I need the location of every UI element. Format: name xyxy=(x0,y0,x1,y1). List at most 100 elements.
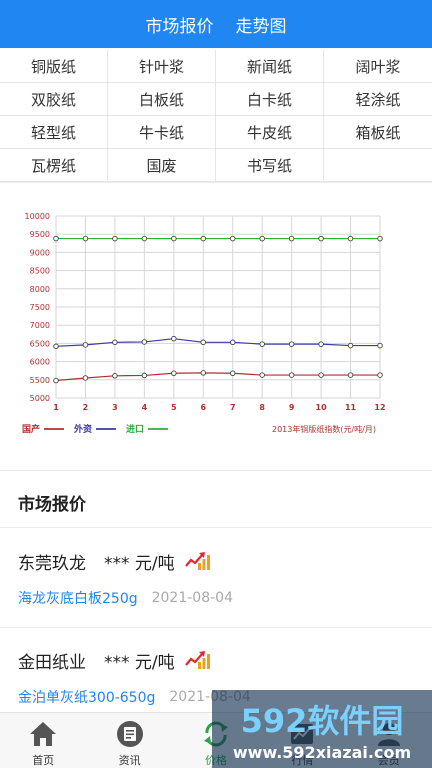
category-item[interactable]: 针叶浆 xyxy=(108,50,216,82)
market-section-title: 市场报价 xyxy=(18,495,86,515)
x-tick-label: 10 xyxy=(316,403,328,412)
data-point xyxy=(82,375,89,381)
category-item[interactable]: 轻涂纸 xyxy=(324,83,432,115)
y-tick-label: 5000 xyxy=(30,394,50,403)
chart-title: 2013年铜版纸指数(元/吨/月) xyxy=(272,424,376,434)
category-item[interactable]: 双胶纸 xyxy=(0,83,108,115)
x-tick-label: 5 xyxy=(171,403,177,412)
data-point xyxy=(200,339,207,346)
data-point xyxy=(377,342,383,349)
tab-trend-chart[interactable]: 走势图 xyxy=(236,12,287,37)
nav-label: 资讯 xyxy=(118,754,141,767)
market-item[interactable]: 东莞玖龙 *** 元/吨 海龙灰底白板250g 2021-08-04 xyxy=(18,546,418,608)
category-row: 铜版纸 针叶浆 新闻纸 阔叶浆 xyxy=(0,50,432,83)
divider xyxy=(0,627,432,628)
data-point xyxy=(171,370,177,376)
category-item[interactable]: 牛卡纸 xyxy=(108,116,216,148)
trend-up-icon xyxy=(184,651,210,669)
data-point xyxy=(112,235,118,242)
data-point xyxy=(259,341,265,347)
data-point xyxy=(82,235,89,242)
divider xyxy=(0,470,432,471)
company-name: 金田纸业 xyxy=(18,652,86,673)
paper-category-grid: 铜版纸 针叶浆 新闻纸 阔叶浆 双胶纸 白板纸 白卡纸 轻涂纸 轻型纸 牛卡纸 … xyxy=(0,50,432,182)
category-item[interactable]: 国废 xyxy=(108,149,216,181)
nav-home[interactable]: 首页 xyxy=(0,713,86,768)
y-tick-label: 6000 xyxy=(30,358,50,367)
category-item[interactable]: 箱板纸 xyxy=(324,116,432,148)
x-tick-label: 6 xyxy=(200,403,206,412)
category-item[interactable]: 铜版纸 xyxy=(0,50,108,82)
data-point xyxy=(318,372,324,378)
trend-chart: 10000 9500 9000 8500 8000 7500 7000 6500 6000 550… xyxy=(0,196,432,446)
company-name: 东莞玖龙 xyxy=(18,553,86,574)
data-point xyxy=(53,343,59,350)
x-tick-label: 7 xyxy=(230,403,236,412)
product-link[interactable]: 海龙灰底白板250g xyxy=(18,588,138,608)
data-point xyxy=(318,235,324,242)
tab-market-quote[interactable]: 市场报价 xyxy=(146,12,214,37)
category-item[interactable]: 牛皮纸 xyxy=(216,116,324,148)
top-header: 市场报价 走势图 xyxy=(0,0,432,48)
market-item-header: 东莞玖龙 *** 元/吨 xyxy=(18,546,418,576)
y-tick-label: 9000 xyxy=(30,248,50,257)
quote-date: 2021-08-04 xyxy=(151,590,233,606)
data-point xyxy=(377,235,383,242)
data-point xyxy=(229,339,236,346)
data-point xyxy=(112,339,118,346)
watermark-brand: 592软件园 xyxy=(241,702,404,740)
x-tick-label: 3 xyxy=(112,403,118,412)
data-point xyxy=(171,335,177,342)
y-tick-label: 8000 xyxy=(30,285,50,294)
y-tick-label: 7000 xyxy=(30,321,50,330)
data-point xyxy=(347,342,354,349)
category-row: 双胶纸 白板纸 白卡纸 轻涂纸 xyxy=(0,83,432,116)
category-item[interactable]: 轻型纸 xyxy=(0,116,108,148)
x-tick-label: 11 xyxy=(345,403,357,412)
data-point xyxy=(141,235,148,242)
data-point xyxy=(229,235,236,242)
y-tick-label: 6500 xyxy=(30,339,50,348)
data-point xyxy=(288,372,295,378)
product-link[interactable]: 金泊单灰纸300-650g xyxy=(18,687,155,707)
category-item[interactable]: 新闻纸 xyxy=(216,50,324,82)
category-item[interactable]: 白板纸 xyxy=(108,83,216,115)
market-item-header: 金田纸业 *** 元/吨 xyxy=(18,645,418,675)
data-point xyxy=(259,372,265,378)
data-point xyxy=(288,235,295,242)
category-row: 瓦楞纸 国废 书写纸 xyxy=(0,149,432,182)
data-point xyxy=(229,370,236,376)
y-tick-label: 5500 xyxy=(30,376,50,385)
y-tick-label: 7500 xyxy=(30,303,50,312)
price-value: *** 元/吨 xyxy=(104,652,175,673)
data-point xyxy=(288,341,295,347)
data-point xyxy=(200,370,207,376)
category-item[interactable]: 瓦楞纸 xyxy=(0,149,108,181)
data-point xyxy=(259,235,265,242)
legend-label: 外资 xyxy=(73,423,92,435)
data-point xyxy=(141,372,148,379)
data-point xyxy=(82,342,89,348)
x-tick-label: 4 xyxy=(142,403,148,412)
news-icon xyxy=(116,721,143,747)
site-watermark: 592软件园 www.592xiazai.com xyxy=(212,690,432,768)
data-point xyxy=(347,235,354,242)
data-point xyxy=(318,341,324,347)
y-tick-label: 10000 xyxy=(25,212,50,221)
legend-label: 国产 xyxy=(22,423,40,435)
market-item-footer: 海龙灰底白板250g 2021-08-04 xyxy=(18,588,418,608)
nav-news[interactable]: 资讯 xyxy=(86,713,172,768)
data-point xyxy=(347,372,354,378)
divider xyxy=(0,182,432,183)
x-tick-label: 12 xyxy=(374,403,385,412)
trend-chart-svg: 1000095009000850080007500700065006000550… xyxy=(22,212,386,435)
category-item[interactable]: 书写纸 xyxy=(216,149,324,181)
series-line xyxy=(55,338,380,347)
data-point xyxy=(377,372,383,378)
trend-up-icon xyxy=(184,552,210,570)
category-row: 轻型纸 牛卡纸 牛皮纸 箱板纸 xyxy=(0,116,432,149)
legend-label: 进口 xyxy=(126,423,144,435)
x-tick-label: 9 xyxy=(289,403,295,412)
category-item[interactable]: 阔叶浆 xyxy=(324,50,432,82)
category-item[interactable]: 白卡纸 xyxy=(216,83,324,115)
